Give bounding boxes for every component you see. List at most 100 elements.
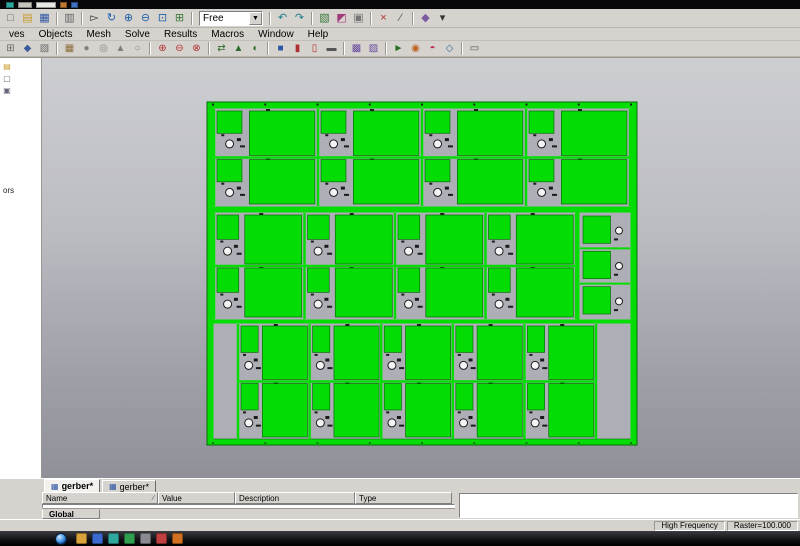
message-pane[interactable] <box>459 493 798 518</box>
new-file-icon[interactable]: □ <box>2 11 19 26</box>
window-thumbnail[interactable] <box>36 2 56 8</box>
extrude-icon[interactable]: ▲ <box>230 42 247 56</box>
project-file-icon: ▦ <box>109 482 117 491</box>
sort-indicator-icon: ∕ <box>153 495 154 502</box>
tray-icon-blue[interactable] <box>71 2 78 8</box>
tree-page-icon[interactable]: ▢ <box>1 73 13 84</box>
delete-icon[interactable]: × <box>375 11 392 26</box>
bottom-panels: Name∕ValueDescription Type Global <box>0 492 800 519</box>
toolbar-separator <box>311 12 313 25</box>
wireframe-icon[interactable]: ▧ <box>36 42 53 56</box>
edit-icon[interactable]: ∕ <box>392 11 409 26</box>
toolbar-separator <box>370 12 372 25</box>
toolbar-separator <box>267 42 269 55</box>
menu-item-mesh[interactable]: Mesh <box>79 28 117 41</box>
taskbar-app-red-icon[interactable] <box>156 533 167 544</box>
column-header-name[interactable]: Name∕ <box>42 492 158 504</box>
parameter-list-panel: Name∕ValueDescription Type Global <box>42 492 455 519</box>
rotate-view-icon[interactable]: ↻ <box>103 11 120 26</box>
undo-icon[interactable]: ↶ <box>274 11 291 26</box>
boolean-subtract-icon[interactable]: ⊖ <box>171 42 188 56</box>
print-icon[interactable]: ▥ <box>61 11 78 26</box>
pick-cursor-icon[interactable]: ▻ <box>86 11 103 26</box>
column-header-type[interactable]: Type <box>355 492 452 504</box>
clipboard-icon[interactable]: ▣ <box>350 11 367 26</box>
mouse-mode-select[interactable]: Free ▼ <box>199 11 263 26</box>
tray-icon-orange[interactable] <box>60 2 67 8</box>
tree-item-label-fragment[interactable]: ors <box>1 186 40 195</box>
pick-point-icon[interactable]: ◆ <box>19 42 36 56</box>
tree-component-icon[interactable]: ▣ <box>1 85 13 96</box>
taskbar-app-orange-icon[interactable] <box>172 533 183 544</box>
farfield-icon[interactable]: ◓ <box>424 42 441 56</box>
color-palette-icon[interactable]: ◩ <box>333 11 350 26</box>
open-file-icon[interactable]: ▤ <box>19 11 36 26</box>
start-button[interactable] <box>55 533 67 545</box>
toolbar-top-left: □▤▦ ▥ ▻↻⊕⊖⊡⊞ <box>2 11 196 26</box>
main-toolbar: □▤▦ ▥ ▻↻⊕⊖⊡⊞ Free ▼ ↶↷ ▧◩▣ ×∕ ◆▾ <box>0 9 800 28</box>
document-tab-label: gerber* <box>120 482 150 492</box>
menu-item-window[interactable]: Window <box>251 28 301 41</box>
column-label: Type <box>359 494 376 503</box>
menu-item-macros[interactable]: Macros <box>204 28 251 41</box>
material-icon[interactable]: ■ <box>272 42 289 56</box>
lumped-element-icon[interactable]: ▬ <box>323 42 340 56</box>
cylinder-icon[interactable]: ◎ <box>95 42 112 56</box>
tray-app-icon[interactable] <box>6 2 14 8</box>
top-taskbar-items <box>6 2 78 8</box>
dropdown-arrow-icon[interactable]: ▾ <box>434 11 451 26</box>
taskbar-app-blue-icon[interactable] <box>92 533 103 544</box>
workplane-icon[interactable]: ⊞ <box>2 42 19 56</box>
chevron-down-icon[interactable]: ▼ <box>249 12 262 25</box>
taskbar-app-teal-icon[interactable] <box>108 533 119 544</box>
plot-properties-icon[interactable]: ▧ <box>316 11 333 26</box>
taskbar-explorer-icon[interactable] <box>76 533 87 544</box>
sphere-icon[interactable]: ● <box>78 42 95 56</box>
column-header-description[interactable]: Description <box>235 492 355 504</box>
mesh-properties-icon[interactable]: ▨ <box>365 42 382 56</box>
template-icon[interactable]: ▭ <box>466 42 483 56</box>
zoom-in-icon[interactable]: ⊕ <box>120 11 137 26</box>
toolbar-top-right: ↶↷ ▧◩▣ ×∕ ◆▾ <box>266 11 451 26</box>
pan-view-icon[interactable]: ⊞ <box>171 11 188 26</box>
menu-item-ves[interactable]: ves <box>2 28 32 41</box>
save-icon[interactable]: ▦ <box>36 11 53 26</box>
blend-icon[interactable]: ◐ <box>247 42 264 56</box>
taskbar-window-button[interactable] <box>18 2 32 8</box>
taskbar-app-green-icon[interactable] <box>124 533 135 544</box>
discrete-port-icon[interactable]: ▯ <box>306 42 323 56</box>
boolean-add-icon[interactable]: ⊕ <box>154 42 171 56</box>
document-tab-label: gerber* <box>62 481 94 491</box>
windows-taskbar <box>0 531 800 546</box>
probe-icon[interactable]: ◇ <box>441 42 458 56</box>
redo-icon[interactable]: ↷ <box>291 11 308 26</box>
toolbar-separator <box>412 12 414 25</box>
cone-icon[interactable]: ▲ <box>112 42 129 56</box>
boolean-intersect-icon[interactable]: ⊗ <box>188 42 205 56</box>
menu-item-solve[interactable]: Solve <box>118 28 157 41</box>
document-tab-2[interactable]: ▦gerber* <box>102 480 156 492</box>
waveguide-port-icon[interactable]: ▮ <box>289 42 306 56</box>
menu-item-results[interactable]: Results <box>157 28 204 41</box>
mesh-view-icon[interactable]: ▩ <box>348 42 365 56</box>
tab-global[interactable]: Global <box>42 509 100 519</box>
application-window: □▤▦▥▻↻⊕⊖⊡⊞ Free ▼ ↶↷▧◩▣×∕◆▾ vesObjectsMe… <box>0 0 800 546</box>
toolbar-separator <box>385 42 387 55</box>
zoom-out-icon[interactable]: ⊖ <box>137 11 154 26</box>
zoom-fit-icon[interactable]: ⊡ <box>154 11 171 26</box>
parameter-scope-tabs: Global <box>42 508 455 519</box>
pcb-panel <box>42 58 799 478</box>
menu-item-objects[interactable]: Objects <box>32 28 80 41</box>
torus-icon[interactable]: ○ <box>129 42 146 56</box>
macro-icon[interactable]: ◆ <box>417 11 434 26</box>
menu-item-help[interactable]: Help <box>301 28 336 41</box>
viewport-3d[interactable] <box>42 58 800 478</box>
document-tab-1[interactable]: ▦gerber* <box>44 479 100 492</box>
start-solver-icon[interactable]: ► <box>390 42 407 56</box>
tree-folder-icon[interactable]: ▤ <box>1 61 13 72</box>
column-header-value[interactable]: Value <box>158 492 235 504</box>
taskbar-app-gray-icon[interactable] <box>140 533 151 544</box>
transform-icon[interactable]: ⇄ <box>213 42 230 56</box>
brick-icon[interactable]: ▦ <box>61 42 78 56</box>
field-monitor-icon[interactable]: ◉ <box>407 42 424 56</box>
